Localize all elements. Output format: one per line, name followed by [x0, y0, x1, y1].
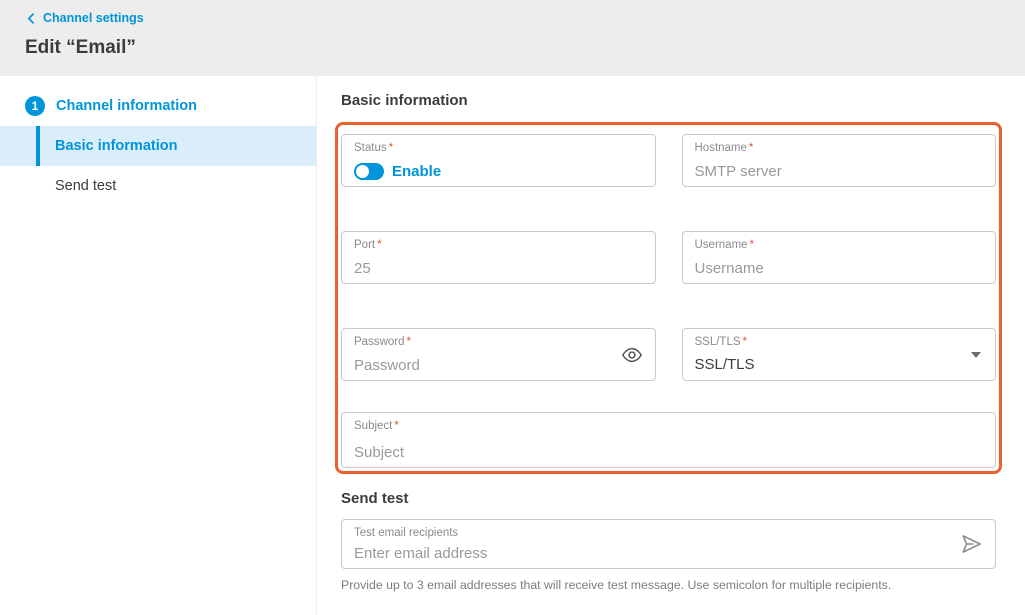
ssl-tls-select[interactable]: SSL/TLS* SSL/TLS: [682, 328, 997, 381]
section-title-basic-information: Basic information: [341, 92, 996, 108]
sidebar-item-label: Basic information: [55, 138, 177, 154]
page: Channel settings Edit “Email” 1 Channel …: [0, 0, 1025, 615]
hostname-label: Hostname*: [695, 142, 984, 155]
section-title-send-test: Send test: [341, 490, 996, 506]
hostname-field: Hostname*: [682, 134, 997, 187]
port-field: Port*: [341, 231, 656, 284]
sidebar-item-send-test[interactable]: Send test: [0, 166, 316, 206]
sidebar-item-label: Send test: [55, 178, 116, 194]
password-input[interactable]: [354, 357, 643, 374]
port-input[interactable]: [354, 260, 643, 277]
password-label: Password*: [354, 336, 643, 349]
chevron-left-icon: [25, 12, 38, 25]
password-field: Password*: [341, 328, 656, 381]
page-title: Edit “Email”: [25, 37, 1000, 59]
sidebar-item-basic-information[interactable]: Basic information: [0, 126, 316, 166]
sidebar-step-channel-information[interactable]: 1 Channel information: [0, 86, 316, 126]
status-label: Status*: [354, 142, 643, 155]
username-label: Username*: [695, 239, 984, 252]
subject-input[interactable]: [354, 444, 983, 461]
username-input[interactable]: [695, 260, 984, 277]
send-icon[interactable]: [960, 533, 983, 556]
ssl-tls-value: SSL/TLS: [695, 356, 984, 374]
required-marker: *: [743, 336, 747, 348]
required-marker: *: [750, 239, 754, 251]
required-marker: *: [389, 142, 393, 154]
active-indicator-bar: [36, 126, 40, 166]
port-label: Port*: [354, 239, 643, 252]
test-email-recipients-label: Test email recipients: [354, 527, 983, 540]
status-field: Status* Enable: [341, 134, 656, 187]
status-value: Enable: [392, 163, 441, 180]
test-email-recipients-field: Test email recipients: [341, 519, 996, 569]
chevron-down-icon[interactable]: [971, 352, 981, 358]
annotation-highlight-box: Status* Enable Hostname* Port*: [335, 122, 1002, 474]
hostname-input[interactable]: [695, 163, 984, 180]
step-number-badge: 1: [25, 96, 45, 116]
required-marker: *: [394, 420, 398, 432]
page-header: Channel settings Edit “Email”: [0, 0, 1025, 76]
required-marker: *: [407, 336, 411, 348]
step-label: Channel information: [56, 98, 197, 114]
subject-label: Subject*: [354, 420, 983, 433]
eye-icon[interactable]: [621, 344, 643, 366]
main-content: Basic information Status* Enable Hostnam…: [317, 76, 1025, 615]
username-field: Username*: [682, 231, 997, 284]
back-link-label: Channel settings: [43, 11, 144, 25]
steps-sidebar: 1 Channel information Basic information …: [0, 76, 317, 615]
subject-field: Subject*: [341, 412, 996, 468]
toggle-knob: [356, 165, 369, 178]
test-email-recipients-input[interactable]: [354, 545, 983, 562]
recipients-helper-text: Provide up to 3 email addresses that wil…: [341, 578, 996, 592]
status-toggle[interactable]: [354, 163, 384, 180]
required-marker: *: [377, 239, 381, 251]
ssl-tls-label: SSL/TLS*: [695, 336, 984, 349]
back-link[interactable]: Channel settings: [25, 11, 144, 25]
required-marker: *: [749, 142, 753, 154]
